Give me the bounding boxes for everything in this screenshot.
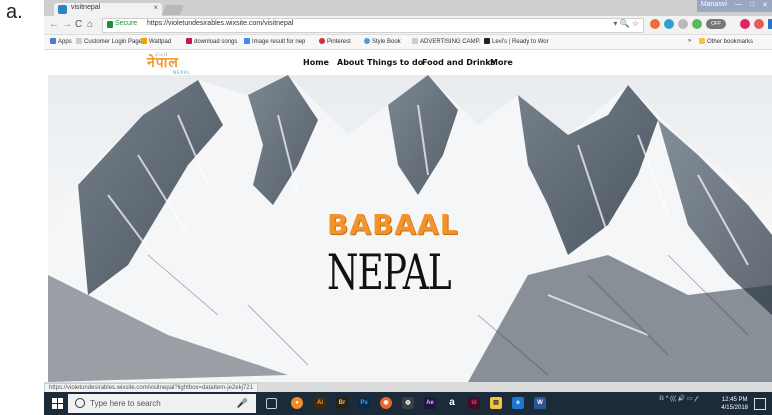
nav-food-and-drinks[interactable]: Food and Drinks xyxy=(422,58,495,67)
address-bar[interactable]: Secure https://violetundesirables.wixsit… xyxy=(102,18,644,33)
extension-icons: OFF ⋮ xyxy=(650,19,772,29)
bookmark-item[interactable]: Pinterest xyxy=(319,38,351,45)
photoshop-icon[interactable]: Ps xyxy=(358,397,370,409)
windows-start-icon[interactable] xyxy=(52,398,63,409)
after-effects-icon[interactable]: Ae xyxy=(424,397,436,409)
search-icon xyxy=(75,398,85,408)
nav-things-to-do[interactable]: Things to do xyxy=(367,58,423,67)
window-user-badge[interactable]: Manasvi xyxy=(697,0,731,12)
window-controls: Manasvi — □ ✕ xyxy=(696,0,772,12)
browser-tab[interactable]: visitnepal × xyxy=(54,3,162,16)
microphone-icon[interactable]: 🎤 xyxy=(237,398,248,409)
download-icon[interactable] xyxy=(678,19,688,29)
bookmark-item[interactable]: Image result for nep xyxy=(244,38,305,45)
wattpad-icon xyxy=(141,38,147,44)
nav-about[interactable]: About xyxy=(337,58,364,67)
bookmarks-overflow-button[interactable]: » xyxy=(688,38,691,44)
bookmark-item[interactable]: Customer Login Page xyxy=(76,38,142,45)
task-view-icon[interactable] xyxy=(266,398,277,409)
amazon-icon[interactable]: a xyxy=(446,397,458,409)
new-tab-button[interactable] xyxy=(162,5,184,15)
back-icon[interactable]: ← xyxy=(49,19,59,30)
extension-icon[interactable] xyxy=(650,19,660,29)
site-logo[interactable]: visit नेपाल NEPAL xyxy=(147,52,190,75)
bookmark-item[interactable]: Wattpad xyxy=(141,38,171,45)
steam-icon[interactable]: ◍ xyxy=(402,397,414,409)
wordpress-icon xyxy=(364,38,370,44)
desktop-screenshot: visitnepal × Manasvi — □ ✕ ← → C ⌂ Secur… xyxy=(44,0,772,415)
lock-icon xyxy=(107,21,113,28)
figure-label: a. xyxy=(6,1,23,23)
page-icon xyxy=(76,38,82,44)
close-tab-icon[interactable]: × xyxy=(153,3,158,12)
forward-icon[interactable]: → xyxy=(62,19,72,30)
system-tray-icons[interactable]: ℝ ^ ((( 🔊 ▭ 𝒻 xyxy=(659,395,697,403)
site-header: visit नेपाल NEPAL Home About Things to d… xyxy=(44,50,772,75)
play-icon xyxy=(186,38,192,44)
reload-icon[interactable]: C xyxy=(75,19,82,30)
wix-favicon-icon xyxy=(58,5,67,14)
clock-time: 12:45 PM xyxy=(721,397,748,403)
taskbar-search-input[interactable]: Type here to search 🎤 xyxy=(68,394,256,413)
notification-icon[interactable] xyxy=(754,398,766,410)
browser-toolbar: ← → C ⌂ Secure https://violetundesirable… xyxy=(44,16,772,35)
apps-icon xyxy=(50,38,56,44)
hero-title-nepal: NEPAL xyxy=(327,246,452,302)
clock-date: 4/15/2018 xyxy=(721,405,748,411)
bridge-icon[interactable]: Br xyxy=(336,397,348,409)
search-placeholder: Type here to search xyxy=(90,399,161,408)
secure-label: Secure xyxy=(115,20,138,27)
clock[interactable]: 12:45 PM 4/15/2018 xyxy=(721,396,748,412)
bookmark-star-icon[interactable]: ▾ 🔍 ☆ xyxy=(613,19,639,28)
url-text[interactable]: https://violetundesirables.wixsite.com/v… xyxy=(147,20,293,27)
browser-tab-strip: visitnepal × Manasvi — □ ✕ xyxy=(44,0,772,16)
hero-title-babaal: BABAAL xyxy=(327,208,459,241)
firefox-icon[interactable]: ◉ xyxy=(380,397,392,409)
windows-taskbar: Type here to search 🎤 ● Ai Br Ps ◉ ◍ Ae … xyxy=(44,392,772,415)
bookmark-item[interactable]: Levi's | Ready to Wor xyxy=(484,38,549,45)
bookmarks-bar: Apps Customer Login Page Wattpad downloa… xyxy=(44,35,772,50)
minimize-button[interactable]: — xyxy=(731,0,746,12)
heart-icon[interactable] xyxy=(740,19,750,29)
folder-icon xyxy=(699,38,705,44)
tab-title: visitnepal xyxy=(71,4,101,11)
google-icon xyxy=(244,38,250,44)
close-window-button[interactable]: ✕ xyxy=(758,0,772,12)
power-icon[interactable] xyxy=(692,19,702,29)
bookmark-item[interactable]: ADVERTISING CAMP. xyxy=(412,38,480,45)
extension-icon[interactable] xyxy=(664,19,674,29)
nav-home[interactable]: Home xyxy=(303,58,329,67)
hero-banner: BABAAL NEPAL xyxy=(48,75,772,382)
pinterest-icon xyxy=(319,38,325,44)
bookmark-item[interactable]: Style Book xyxy=(364,38,401,45)
page-icon xyxy=(412,38,418,44)
nav-more[interactable]: More xyxy=(490,58,513,67)
extension-icon[interactable] xyxy=(768,19,772,29)
pin-icon[interactable] xyxy=(754,19,764,29)
maximize-button[interactable]: □ xyxy=(746,0,758,12)
indesign-icon[interactable]: Id xyxy=(468,397,480,409)
levis-icon xyxy=(484,38,490,44)
webpage: visit नेपाल NEPAL Home About Things to d… xyxy=(44,50,772,382)
illustrator-icon[interactable]: Ai xyxy=(314,397,326,409)
logo-small-text: visit xyxy=(155,52,169,57)
other-bookmarks[interactable]: Other bookmarks xyxy=(699,38,753,45)
word-icon[interactable]: W xyxy=(534,397,546,409)
edge-icon[interactable]: e xyxy=(512,397,524,409)
bookmark-apps[interactable]: Apps xyxy=(50,38,72,45)
logo-devanagari-text: नेपाल xyxy=(147,55,179,71)
ext-off-toggle[interactable]: OFF xyxy=(706,19,726,29)
firefox-icon[interactable]: ● xyxy=(291,397,303,409)
bookmark-item[interactable]: download songs xyxy=(186,38,237,45)
file-explorer-icon[interactable]: ▤ xyxy=(490,397,502,409)
home-icon[interactable]: ⌂ xyxy=(87,19,93,30)
